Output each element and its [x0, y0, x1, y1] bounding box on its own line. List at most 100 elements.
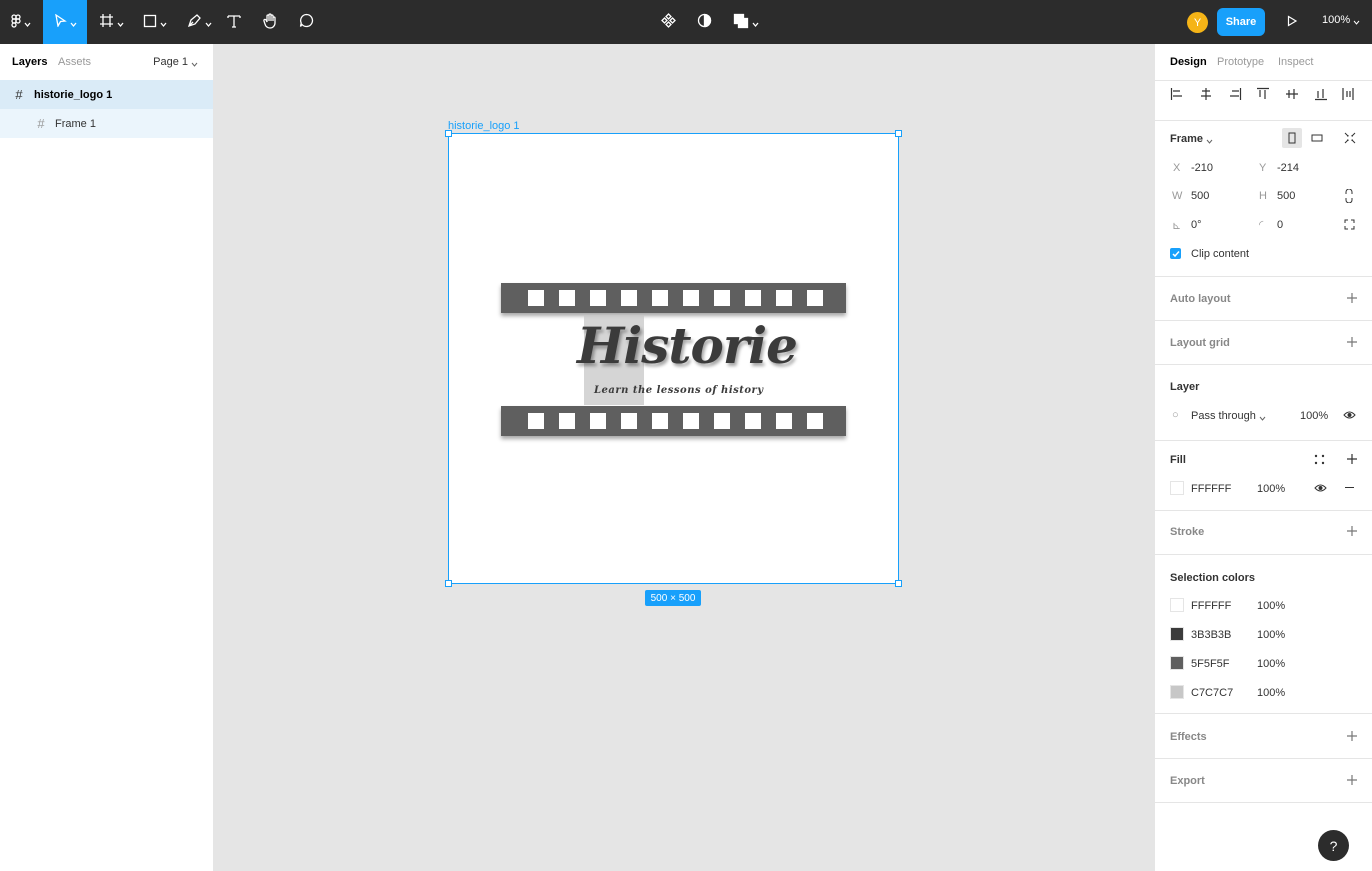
layout-grid-title: Layout grid [1170, 337, 1230, 349]
resize-handle-top-right[interactable] [895, 130, 902, 137]
zoom-dropdown[interactable]: 100% [1322, 14, 1360, 26]
layer-row-frame-1[interactable]: # Frame 1 [0, 109, 213, 138]
move-tool-button[interactable] [43, 0, 87, 44]
resize-handle-bottom-right[interactable] [895, 580, 902, 587]
independent-corners-icon[interactable] [1344, 219, 1355, 233]
tab-assets[interactable]: Assets [58, 56, 91, 68]
resize-handle-top-left[interactable] [445, 130, 452, 137]
layer-opacity-input[interactable]: 100% [1300, 410, 1328, 422]
add-fill-icon[interactable] [1346, 453, 1358, 465]
align-top-icon[interactable] [1256, 87, 1270, 101]
selection-color-hex[interactable]: 3B3B3B [1191, 629, 1231, 641]
chevron-down-icon [1259, 413, 1266, 421]
constrain-proportions-icon[interactable] [1345, 188, 1353, 206]
left-panel-tabs: Layers Assets Page 1 [0, 44, 213, 80]
rotation-input[interactable]: 0° [1191, 219, 1202, 231]
mask-button[interactable] [693, 0, 715, 44]
page-selector[interactable]: Page 1 [153, 56, 198, 68]
selection-color-hex[interactable]: C7C7C7 [1191, 687, 1233, 699]
align-vertical-center-icon[interactable] [1285, 87, 1299, 101]
portrait-orientation-button[interactable] [1282, 128, 1302, 148]
fill-styles-icon[interactable] [1314, 454, 1325, 468]
fill-color-swatch[interactable] [1170, 481, 1184, 495]
blend-mode-dropdown[interactable]: Pass through [1191, 410, 1266, 422]
share-button[interactable]: Share [1217, 8, 1265, 36]
avatar[interactable]: Y [1187, 12, 1208, 33]
fill-opacity-input[interactable]: 100% [1257, 483, 1285, 495]
corner-radius-input[interactable]: 0 [1277, 219, 1283, 231]
fill-hex-input[interactable]: FFFFFF [1191, 483, 1231, 495]
selection-color-swatch[interactable] [1170, 685, 1184, 699]
clip-content-checkbox[interactable] [1170, 248, 1181, 259]
size-badge: 500 × 500 [645, 590, 701, 606]
selection-color-opacity[interactable]: 100% [1257, 629, 1285, 641]
boolean-icon [733, 13, 749, 32]
stroke-section-title: Stroke [1170, 526, 1205, 538]
frame-tool-button[interactable] [92, 0, 130, 44]
frame-icon: # [37, 116, 45, 131]
pen-tool-button[interactable] [182, 0, 216, 44]
tab-inspect[interactable]: Inspect [1278, 56, 1313, 68]
selection-color-swatch[interactable] [1170, 627, 1184, 641]
selection-color-hex[interactable]: 5F5F5F [1191, 658, 1230, 670]
selection-color-swatch[interactable] [1170, 598, 1184, 612]
help-button[interactable]: ? [1318, 830, 1349, 861]
add-auto-layout-icon[interactable] [1346, 292, 1358, 304]
rectangle-tool-button[interactable] [138, 0, 172, 44]
hand-tool-icon [262, 12, 278, 32]
blend-mode-icon: ○ [1172, 409, 1179, 421]
remove-fill-icon[interactable] [1344, 482, 1355, 496]
add-effect-icon[interactable] [1346, 730, 1358, 742]
landscape-orientation-button[interactable] [1307, 128, 1327, 148]
filmstrip-top [501, 283, 846, 313]
chevron-down-icon [160, 19, 167, 27]
text-tool-button[interactable] [223, 0, 245, 44]
figma-menu-icon [11, 13, 21, 31]
height-input[interactable]: 500 [1277, 190, 1295, 202]
boolean-button[interactable] [730, 0, 762, 44]
tab-layers[interactable]: Layers [12, 56, 47, 68]
resize-handle-bottom-left[interactable] [445, 580, 452, 587]
frame-label[interactable]: historie_logo 1 [448, 120, 520, 132]
align-horizontal-center-icon[interactable] [1199, 87, 1213, 101]
tab-prototype[interactable]: Prototype [1217, 56, 1264, 68]
width-input[interactable]: 500 [1191, 190, 1209, 202]
layers-panel: Layers Assets Page 1 # historie_logo 1 #… [0, 44, 214, 871]
comment-tool-icon [299, 13, 314, 31]
selection-color-swatch[interactable] [1170, 656, 1184, 670]
distribute-icon[interactable] [1342, 87, 1356, 101]
logo-title: Historie [577, 316, 798, 375]
frame-preset-label: Frame [1170, 133, 1204, 145]
selection-color-opacity[interactable]: 100% [1257, 658, 1285, 670]
chevron-down-icon [24, 19, 31, 27]
add-export-icon[interactable] [1346, 774, 1358, 786]
align-left-icon[interactable] [1170, 87, 1184, 101]
resize-to-fit-icon[interactable] [1344, 132, 1356, 147]
add-layout-grid-icon[interactable] [1346, 336, 1358, 348]
align-bottom-icon[interactable] [1314, 87, 1328, 101]
align-right-icon[interactable] [1228, 87, 1242, 101]
fill-visibility-eye-icon[interactable] [1314, 483, 1327, 496]
frame-tool-icon [99, 13, 114, 31]
x-input[interactable]: -210 [1191, 162, 1213, 174]
comment-tool-button[interactable] [295, 0, 317, 44]
layer-row-historie-logo[interactable]: # historie_logo 1 [0, 80, 213, 109]
chevron-down-icon [1206, 136, 1213, 144]
add-stroke-icon[interactable] [1346, 525, 1358, 537]
play-icon [1286, 14, 1298, 30]
components-button[interactable] [657, 0, 679, 44]
components-icon [660, 13, 676, 31]
y-label: Y [1259, 162, 1267, 174]
selection-color-opacity[interactable]: 100% [1257, 687, 1285, 699]
hand-tool-button[interactable] [259, 0, 281, 44]
y-input[interactable]: -214 [1277, 162, 1299, 174]
selection-color-hex[interactable]: FFFFFF [1191, 600, 1231, 612]
visibility-eye-icon[interactable] [1343, 410, 1356, 423]
frame-preset-dropdown[interactable]: Frame [1170, 133, 1213, 145]
present-button[interactable] [1282, 12, 1302, 32]
selection-color-opacity[interactable]: 100% [1257, 600, 1285, 612]
layer-name: Frame 1 [55, 117, 96, 130]
properties-panel: Design Prototype Inspect Frame X -210 Y … [1154, 44, 1372, 871]
figma-menu-button[interactable] [0, 0, 42, 44]
tab-design[interactable]: Design [1170, 56, 1207, 68]
